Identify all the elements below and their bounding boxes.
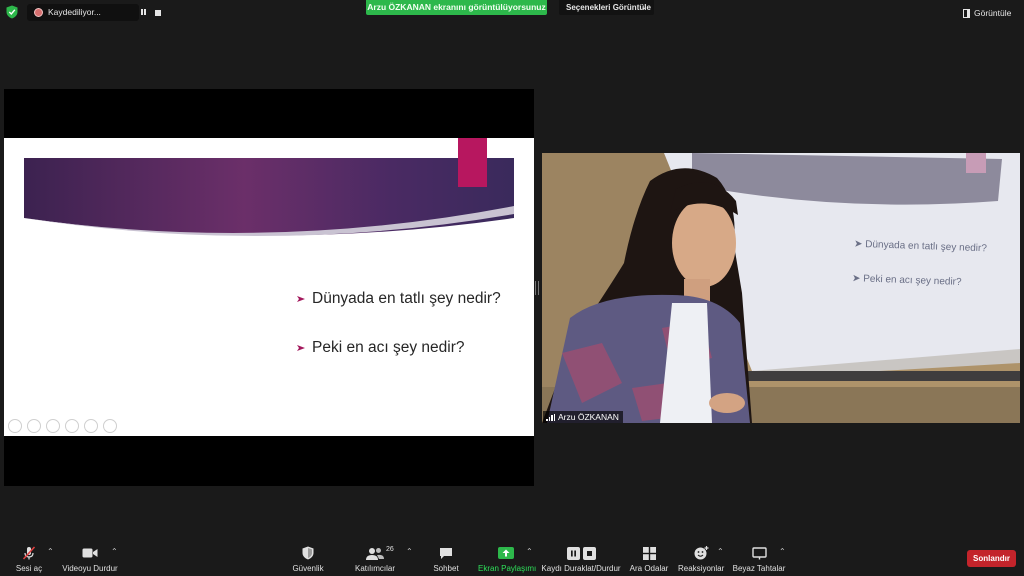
stop-video-label: Videoyu Durdur: [62, 564, 118, 573]
zoom-icon[interactable]: [84, 419, 98, 433]
chevron-up-icon[interactable]: ⌃: [779, 547, 786, 556]
shield-check-icon[interactable]: [6, 5, 18, 19]
pause-stop-recording-button[interactable]: Kaydı Duraklat/Durdur: [540, 546, 622, 573]
split-drag-handle[interactable]: [535, 281, 539, 295]
share-screen-label: Ekran Paylaşımı: [478, 564, 537, 573]
signal-strength-icon: [546, 413, 555, 421]
chevron-up-icon[interactable]: ⌃: [111, 547, 118, 556]
share-screen-icon: [498, 547, 514, 559]
participants-label: Katılımcılar: [354, 564, 395, 573]
pause-stop-recording-label: Kaydı Duraklat/Durdur: [541, 564, 621, 573]
shield-icon: [302, 546, 314, 560]
security-button[interactable]: Güvenlik: [290, 546, 326, 573]
recording-label: Kaydediliyor...: [48, 7, 101, 17]
chevron-down-icon: ⌄: [641, 4, 647, 11]
arrow-bullet-icon: [297, 345, 305, 351]
chat-bubble-icon: [440, 547, 452, 559]
recording-indicator: Kaydediliyor...: [27, 4, 161, 21]
video-camera-icon: [82, 548, 98, 558]
whiteboards-label: Beyaz Tahtalar: [732, 564, 786, 573]
unmute-label: Sesi aç: [15, 564, 43, 573]
view-button-label: Görüntüle: [974, 8, 1012, 18]
chat-label: Sohbet: [433, 564, 459, 573]
slide-bullet-text: Dünyada en tatlı şey nedir?: [312, 290, 501, 307]
stop-recording-icon[interactable]: [152, 6, 164, 19]
breakout-rooms-icon: [642, 546, 656, 560]
meeting-toolbar: Sesi aç ⌃ Videoyu Durdur ⌃ Güvenlik Katı…: [0, 536, 1024, 576]
view-button[interactable]: Görüntüle: [963, 6, 1011, 20]
pen-icon[interactable]: [46, 419, 60, 433]
arrow-bullet-icon: [297, 296, 305, 302]
slide-bullet: Peki en acı şey nedir?: [296, 339, 465, 357]
smiley-plus-icon: [694, 546, 708, 560]
chevron-up-icon[interactable]: ⌃: [47, 547, 54, 556]
breakout-rooms-button[interactable]: Ara Odalar: [628, 546, 670, 573]
chat-button[interactable]: Sohbet: [430, 546, 462, 573]
view-options-label: Seçenekleri Görüntüle: [566, 3, 651, 12]
participants-count: 26: [386, 546, 394, 553]
participant-name-tag: Arzu ÖZKANAN: [543, 411, 623, 423]
unmute-button[interactable]: Sesi aç: [14, 546, 44, 573]
chevron-up-icon[interactable]: ⌃: [406, 547, 413, 556]
layout-icon: [963, 8, 970, 18]
chevron-up-icon[interactable]: ⌃: [717, 547, 724, 556]
participant-video[interactable]: ➤ Dünyada en tatlı şey nedir? ➤ Peki en …: [542, 153, 1020, 423]
pause-icon: [566, 546, 580, 560]
slide-accent-tab: [458, 138, 487, 187]
view-options-button[interactable]: Seçenekleri Görüntüle ⌄: [559, 0, 654, 15]
microphone-muted-icon: [22, 546, 36, 560]
chevron-up-icon[interactable]: ⌃: [526, 547, 533, 556]
slideshow-controls: [8, 419, 117, 433]
slide-bullet-text: Peki en acı şey nedir?: [312, 339, 465, 356]
end-meeting-button[interactable]: Sonlandır: [967, 550, 1016, 567]
video-frame: [542, 153, 1020, 423]
presentation-slide: Dünyada en tatlı şey nedir? Peki en acı …: [4, 138, 534, 436]
shared-screen[interactable]: Dünyada en tatlı şey nedir? Peki en acı …: [4, 89, 534, 486]
slides-icon[interactable]: [65, 419, 79, 433]
stop-icon: [582, 546, 596, 560]
previous-slide-icon[interactable]: [8, 419, 22, 433]
breakout-rooms-label: Ara Odalar: [629, 564, 669, 573]
security-label: Güvenlik: [292, 564, 324, 573]
screen-share-banner: Arzu ÖZKANAN ekranını görüntülüyorsunuz: [366, 0, 547, 15]
slide-bullet: Dünyada en tatlı şey nedir?: [296, 290, 501, 308]
recording-dot-icon: [34, 8, 43, 17]
reactions-label: Reaksiyonlar: [678, 564, 725, 573]
whiteboard-icon: [751, 546, 767, 559]
more-options-icon[interactable]: [103, 419, 117, 433]
participants-icon: [366, 547, 384, 560]
top-bar: Kaydediliyor... Arzu ÖZKANAN ekranını gö…: [0, 0, 1024, 24]
participant-name: Arzu ÖZKANAN: [558, 412, 619, 422]
whiteboards-button[interactable]: Beyaz Tahtalar: [732, 546, 786, 573]
slide-header-banner: [24, 158, 514, 237]
pause-recording-icon[interactable]: [137, 6, 149, 19]
next-slide-icon[interactable]: [27, 419, 41, 433]
